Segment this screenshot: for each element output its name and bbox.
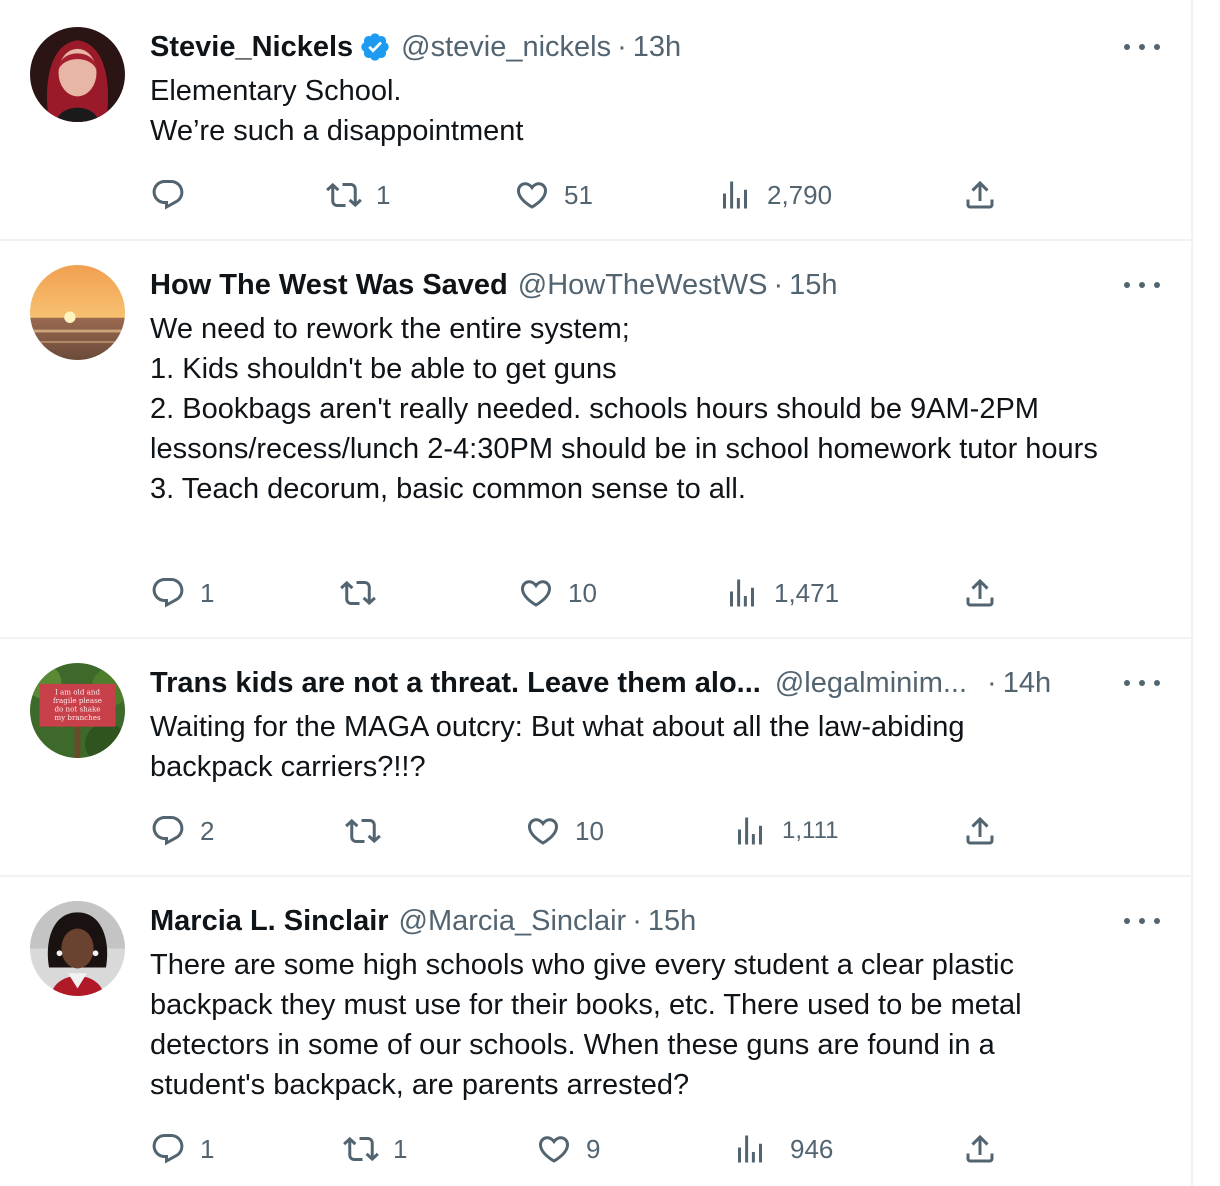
like-count: 10	[575, 815, 604, 846]
reply-count: 1	[200, 1133, 215, 1164]
verified-badge-icon	[359, 31, 391, 63]
views-button[interactable]: 2,790	[717, 177, 832, 213]
like-button[interactable]: 10	[525, 813, 604, 849]
views-icon	[730, 579, 754, 607]
tweet-header: Trans kids are not a threat. Leave them …	[150, 663, 1100, 703]
reply-icon	[152, 1134, 184, 1164]
retweet-icon	[345, 818, 381, 844]
share-button[interactable]	[962, 813, 998, 849]
views-icon	[723, 181, 747, 209]
views-count: 1,471	[774, 577, 840, 608]
reply-icon	[152, 816, 184, 846]
share-icon	[966, 180, 994, 209]
avatar[interactable]: I am old and fragile please do not shake…	[30, 663, 125, 758]
share-button[interactable]	[962, 1131, 998, 1167]
views-button[interactable]: 1,471	[724, 575, 839, 611]
views-button[interactable]: 946	[732, 1131, 833, 1167]
retweet-count: 1	[376, 179, 391, 210]
separator: ·	[632, 904, 642, 937]
retweet-button[interactable]	[340, 575, 390, 611]
retweet-button[interactable]: 1	[343, 1131, 407, 1167]
tweet-header: Marcia L. Sinclair @Marcia_Sinclair · 15…	[150, 901, 696, 941]
more-options-icon[interactable]	[1124, 35, 1160, 59]
user-handle[interactable]: @legalminim...	[775, 667, 967, 700]
retweet-button[interactable]	[345, 813, 395, 849]
timeline: Stevie_Nickels @stevie_nickels · 13h Ele…	[0, 0, 1193, 1186]
reply-count: 1	[200, 577, 215, 608]
more-options-icon[interactable]	[1124, 909, 1160, 933]
views-count: 1,111	[782, 817, 839, 844]
user-handle[interactable]: @stevie_nickels	[401, 31, 611, 64]
share-icon	[966, 578, 994, 607]
like-button[interactable]: 9	[536, 1131, 600, 1167]
share-icon	[966, 816, 994, 845]
tweet[interactable]: Marcia L. Sinclair @Marcia_Sinclair · 15…	[0, 877, 1191, 1186]
views-count: 2,790	[767, 179, 833, 210]
reply-button[interactable]: 2	[150, 813, 214, 849]
display-name[interactable]: Marcia L. Sinclair	[150, 905, 389, 938]
display-name[interactable]: Stevie_Nickels	[150, 31, 353, 64]
tweet-text: Elementary School. We’re such a disappoi…	[150, 75, 524, 147]
avatar[interactable]	[30, 265, 125, 360]
display-name[interactable]: Trans kids are not a threat. Leave them …	[150, 667, 761, 700]
reply-button[interactable]: 1	[150, 1131, 214, 1167]
heart-icon	[520, 580, 552, 607]
heart-icon	[516, 182, 548, 209]
tweet-text: Waiting for the MAGA outcry: But what ab…	[150, 711, 965, 783]
user-handle[interactable]: @Marcia_Sinclair	[399, 905, 627, 938]
like-button[interactable]: 51	[514, 177, 593, 213]
tweet-text: There are some high schools who give eve…	[150, 949, 1022, 1101]
like-count: 9	[586, 1133, 601, 1164]
like-count: 10	[568, 577, 597, 608]
more-options-icon[interactable]	[1124, 671, 1160, 695]
more-options-icon[interactable]	[1124, 273, 1160, 297]
reply-button[interactable]	[150, 177, 200, 213]
separator: ·	[617, 30, 627, 63]
retweet-count: 1	[393, 1133, 408, 1164]
tweet[interactable]: How The West Was Saved @HowTheWestWS · 1…	[0, 241, 1191, 639]
tweet-text: We need to rework the entire system; 1. …	[150, 313, 1098, 505]
retweet-icon	[340, 580, 376, 606]
like-button[interactable]: 10	[518, 575, 597, 611]
share-button[interactable]	[962, 177, 998, 213]
timestamp[interactable]: 15h	[648, 905, 696, 938]
avatar-sign-text: my branches	[54, 713, 101, 722]
share-button[interactable]	[962, 575, 998, 611]
tweet[interactable]: I am old and fragile please do not shake…	[0, 639, 1191, 877]
reply-count: 2	[200, 815, 215, 846]
display-name[interactable]: How The West Was Saved	[150, 269, 508, 302]
share-icon	[966, 1134, 994, 1163]
reply-icon	[152, 180, 184, 210]
reply-button[interactable]: 1	[150, 575, 214, 611]
tweet-header: Stevie_Nickels @stevie_nickels · 13h	[150, 27, 681, 67]
views-count: 946	[790, 1133, 834, 1164]
heart-icon	[527, 818, 559, 845]
like-count: 51	[564, 179, 593, 210]
separator: ·	[987, 666, 997, 699]
tweet[interactable]: Stevie_Nickels @stevie_nickels · 13h Ele…	[0, 0, 1191, 241]
user-handle[interactable]: @HowTheWestWS	[518, 269, 768, 302]
retweet-button[interactable]: 1	[326, 177, 390, 213]
heart-icon	[538, 1136, 570, 1163]
tweet-header: How The West Was Saved @HowTheWestWS · 1…	[150, 265, 838, 305]
separator: ·	[773, 268, 784, 301]
reply-icon	[152, 578, 184, 608]
timestamp[interactable]: 15h	[789, 269, 837, 302]
retweet-icon	[343, 1136, 379, 1162]
views-icon	[738, 817, 762, 845]
timestamp[interactable]: 13h	[633, 31, 681, 64]
views-icon	[738, 1135, 762, 1163]
avatar[interactable]	[30, 901, 125, 996]
retweet-icon	[326, 182, 362, 208]
timestamp[interactable]: 14h	[1003, 667, 1051, 700]
avatar[interactable]	[30, 27, 125, 122]
views-button[interactable]: 1,111	[732, 813, 839, 849]
